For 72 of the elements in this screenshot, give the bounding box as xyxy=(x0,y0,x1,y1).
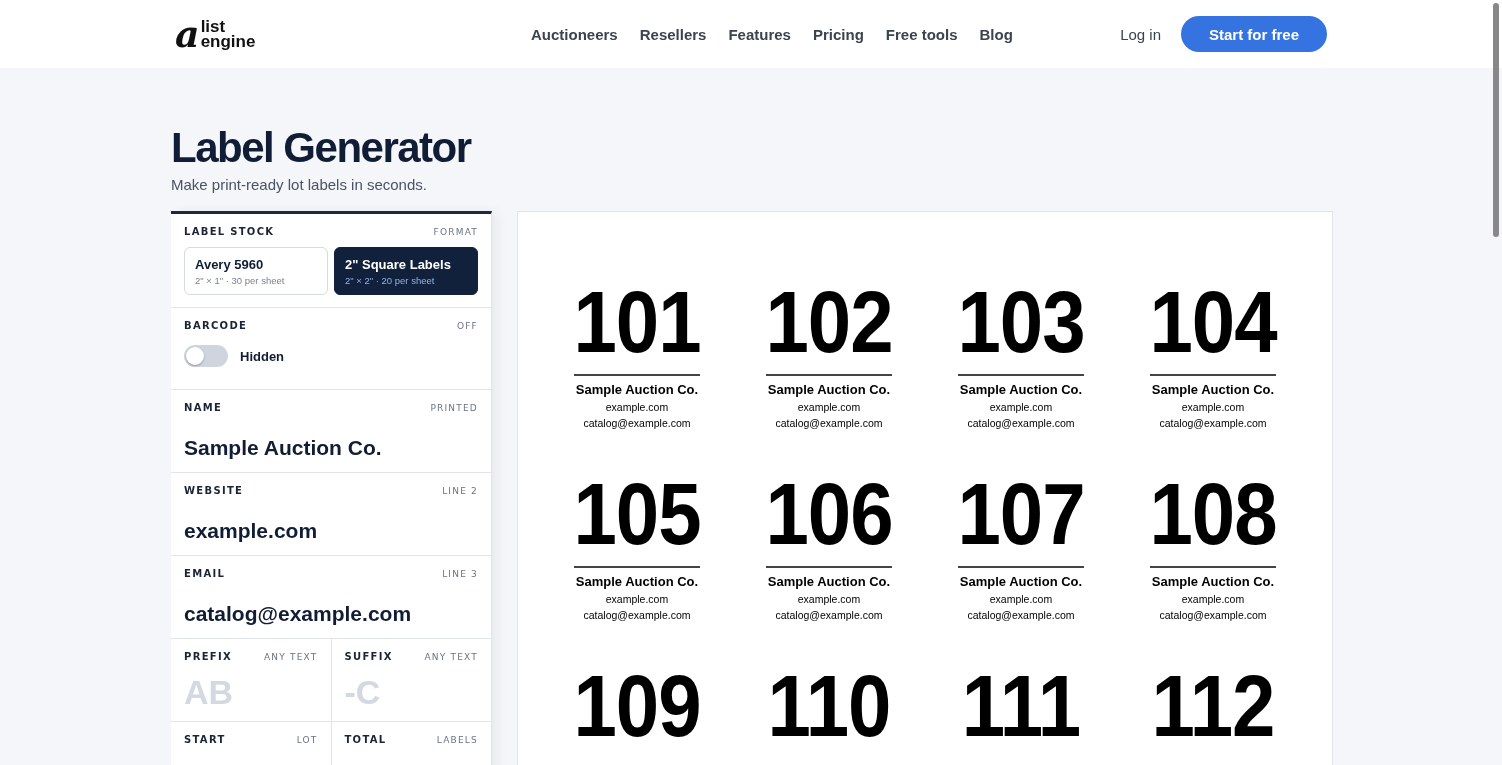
text-field[interactable]: Sample Auction Co. xyxy=(184,425,478,471)
barcode-toggle[interactable] xyxy=(184,345,228,367)
lot-number: 112 xyxy=(1151,667,1275,745)
field-label: SUFFIX xyxy=(344,651,393,662)
nav-link[interactable]: Resellers xyxy=(639,25,707,43)
label-name: Sample Auction Co. xyxy=(959,574,1083,589)
stock-option[interactable]: Avery 5960 2" × 1" · 30 per sheet xyxy=(184,247,328,295)
section-hint: OFF xyxy=(456,320,478,331)
field-label: WEBSITE xyxy=(184,485,244,496)
label-email: catalog@example.com xyxy=(583,609,691,621)
field-hint: LINE 2 xyxy=(442,485,478,496)
scrollbar-thumb[interactable] xyxy=(1493,3,1499,237)
label-name: Sample Auction Co. xyxy=(1151,574,1275,589)
login-link[interactable]: Log in xyxy=(1120,25,1161,43)
stock-option[interactable]: 2" Square Labels 2" × 2" · 20 per sheet xyxy=(334,247,478,295)
label-email: catalog@example.com xyxy=(1159,609,1267,621)
lot-number: 109 xyxy=(573,667,701,745)
section-hint: FORMAT xyxy=(433,226,478,237)
field-label: TOTAL xyxy=(344,734,387,745)
text-field[interactable]: example.com xyxy=(184,508,478,554)
lot-number: 110 xyxy=(767,667,891,745)
label-name: Sample Auction Co. xyxy=(575,382,699,397)
label-name: Sample Auction Co. xyxy=(959,382,1083,397)
field-hint: ANY TEXT xyxy=(263,651,318,662)
label-name: Sample Auction Co. xyxy=(1151,382,1275,397)
nav-link[interactable]: Blog xyxy=(979,25,1013,43)
label-website: example.com xyxy=(797,593,861,605)
nav-link[interactable]: Features xyxy=(728,25,791,43)
label-email: catalog@example.com xyxy=(1159,417,1267,429)
lot-number: 102 xyxy=(765,283,893,361)
label-website: example.com xyxy=(1181,593,1245,605)
nav-link[interactable]: Pricing xyxy=(812,25,864,43)
page-title: Label Generator xyxy=(171,124,473,172)
label-email: catalog@example.com xyxy=(775,417,883,429)
field-hint: LABELS xyxy=(436,734,478,745)
field-label: PREFIX xyxy=(184,651,232,662)
lot-number: 111 xyxy=(961,667,1081,745)
field-label: START xyxy=(184,734,226,745)
lot-number: 101 xyxy=(573,283,701,361)
label-name: Sample Auction Co. xyxy=(767,382,891,397)
label-website: example.com xyxy=(605,593,669,605)
start-button[interactable]: Start for free xyxy=(1181,16,1327,52)
text-field[interactable]: catalog@example.com xyxy=(184,591,478,637)
field-label: EMAIL xyxy=(184,568,226,579)
label-email: catalog@example.com xyxy=(967,417,1075,429)
label-website: example.com xyxy=(1181,401,1245,413)
nav-link[interactable]: Free tools xyxy=(885,25,958,43)
toggle-label: Hidden xyxy=(240,348,285,364)
lot-number: 105 xyxy=(573,475,701,553)
lot-number: 108 xyxy=(1149,475,1277,553)
lot-number: 106 xyxy=(765,475,893,553)
label-website: example.com xyxy=(605,401,669,413)
page-subtitle: Make print-ready lot labels in seconds. xyxy=(171,176,428,193)
field-hint: LOT xyxy=(296,734,318,745)
label-website: example.com xyxy=(989,401,1053,413)
label-name: Sample Auction Co. xyxy=(575,574,699,589)
section-label: LABEL STOCK xyxy=(184,226,275,237)
nav-link[interactable]: Auctioneers xyxy=(531,25,618,43)
field-hint: ANY TEXT xyxy=(424,651,478,662)
lot-number: 103 xyxy=(957,283,1085,361)
label-email: catalog@example.com xyxy=(775,609,883,621)
label-email: catalog@example.com xyxy=(967,609,1075,621)
label-website: example.com xyxy=(989,593,1053,605)
field-label: NAME xyxy=(184,402,223,413)
label-email: catalog@example.com xyxy=(583,417,691,429)
field-hint: LINE 3 xyxy=(442,568,478,579)
lot-number: 107 xyxy=(957,475,1085,553)
lot-number: 104 xyxy=(1149,283,1277,361)
field-hint: PRINTED xyxy=(430,402,478,413)
label-name: Sample Auction Co. xyxy=(767,574,891,589)
section-label: BARCODE xyxy=(184,320,248,331)
label-website: example.com xyxy=(797,401,861,413)
